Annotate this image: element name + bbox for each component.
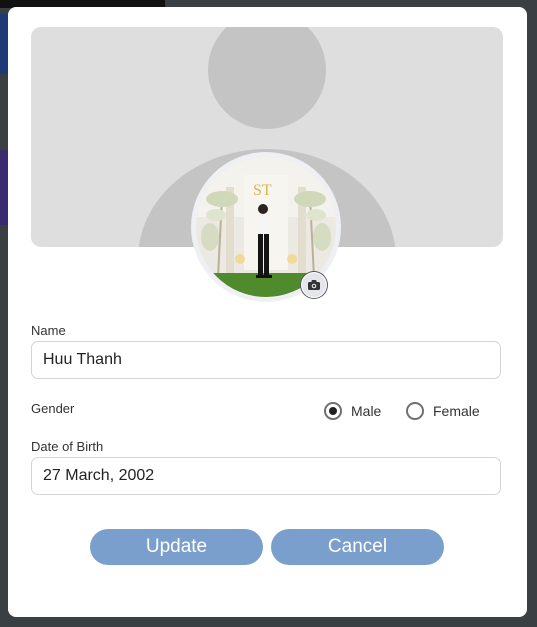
gender-option-male-label: Male [351,403,382,419]
background-app-accent [0,14,8,74]
wedding-sign-text: ST [253,182,272,199]
gender-option-female-label: Female [433,403,480,419]
dob-label: Date of Birth [31,439,104,454]
background-app-accent [0,150,8,225]
gender-radio-female[interactable] [406,402,424,420]
change-avatar-button[interactable] [301,272,327,298]
update-button[interactable]: Update [90,529,263,565]
camera-icon [308,280,320,290]
cancel-button[interactable]: Cancel [271,529,444,565]
gender-option-female[interactable]: Female [406,402,480,420]
gender-label: Gender [31,401,75,416]
dob-input[interactable] [31,457,501,495]
gender-radio-male[interactable] [324,402,342,420]
user-silhouette-icon [208,27,326,129]
name-label: Name [31,323,66,338]
edit-profile-modal: ST Name G [8,7,527,617]
name-input[interactable] [31,341,501,379]
gender-option-male[interactable]: Male [324,402,381,420]
